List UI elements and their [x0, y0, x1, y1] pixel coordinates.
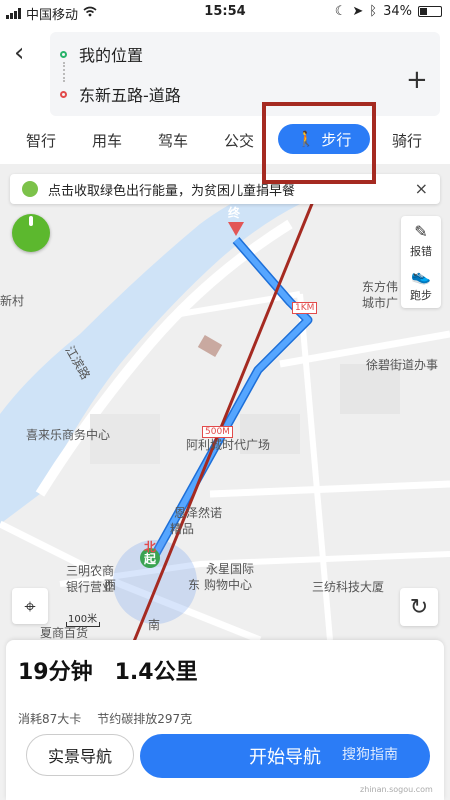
travel-mode-tabs: 智行 用车 驾车 公交 🚶 步行 骑行 [0, 124, 450, 160]
crosshair-icon: ⌖ [24, 594, 36, 618]
moon-icon: ☾ [334, 4, 347, 19]
tab-drive[interactable]: 驾车 [158, 130, 188, 151]
poi-enzesi: 恩泽然诺 [174, 506, 223, 520]
poi-sanfang: 三纺科技大厦 [312, 580, 385, 594]
poi-xincun: 新村 [0, 294, 25, 308]
poi-yongxing: 永星国际 [206, 562, 255, 576]
location-arrow-icon: ➤ [352, 4, 364, 19]
annotation-highlight-box [262, 102, 376, 184]
green-energy-ball-icon[interactable] [12, 214, 50, 252]
battery-icon [418, 6, 442, 17]
calories-label: 消耗87大卡 [18, 712, 82, 726]
route-summary-panel: 19分钟 1.4公里 消耗87大卡 节约碳排放297克 实景导航 开始导航 搜狗… [6, 640, 444, 800]
route-summary: 19分钟 1.4公里 [18, 654, 198, 686]
bluetooth-icon: ᛒ [369, 4, 378, 19]
status-bar: 中国移动 15:54 ☾ ➤ ᛒ 34% [0, 0, 450, 24]
compass-north: 北 [144, 540, 157, 554]
back-button[interactable]: ‹ [14, 38, 24, 68]
origin-dot-icon [60, 50, 67, 58]
destination-dot-icon [60, 90, 67, 98]
banner-text: 点击收取绿色出行能量，为贫困儿童捐早餐 [48, 183, 296, 199]
origin-label: 我的位置 [79, 46, 144, 65]
map-side-tools: ✎ 报错 👟 跑步 [401, 216, 441, 308]
locate-me-button[interactable]: ⌖ [12, 588, 48, 624]
route-header: ‹ 我的位置 东新五路-道路 + ⇅ 智行 用车 驾车 公交 🚶 步行 骑行 [0, 24, 450, 164]
carbon-label: 节约碳排放297克 [97, 712, 193, 726]
road-lower-east [209, 480, 450, 498]
route-input-box: 我的位置 东新五路-道路 + ⇅ [50, 32, 440, 116]
poi-xubi-office: 徐碧街道办事 [366, 358, 439, 372]
poi-bank-office: 银行营业 [66, 580, 115, 594]
destination-label: 东新五路-道路 [79, 86, 181, 105]
banner-close-button[interactable]: × [415, 179, 428, 198]
poi-xilaile: 喜来乐商务中心 [26, 428, 111, 442]
running-button[interactable]: 👟 跑步 [401, 266, 441, 303]
watermark-url: zhinan.sogou.com [360, 785, 433, 794]
refresh-route-button[interactable]: ↻ [400, 588, 438, 626]
distance-marker-500m: 500M [202, 426, 233, 438]
edit-icon: ✎ [414, 222, 428, 241]
report-label: 报错 [410, 245, 432, 258]
poi-times-square: 阿利城时代广场 [186, 438, 271, 452]
poi-sanming-bank: 三明农商 [66, 564, 115, 578]
leaf-icon [22, 181, 38, 197]
route-details: 消耗87大卡 节约碳排放297克 [18, 710, 192, 727]
tab-smart[interactable]: 智行 [26, 130, 56, 151]
poi-chengshiguang: 城市广 [362, 296, 399, 310]
map-scale-bar [66, 622, 100, 627]
report-error-button[interactable]: ✎ 报错 [401, 222, 441, 259]
destination-row[interactable]: 东新五路-道路 [60, 82, 181, 106]
compass-south: 南 [148, 618, 161, 632]
tab-transit[interactable]: 公交 [224, 130, 254, 151]
building [197, 334, 223, 358]
battery-percent: 34% [383, 4, 412, 19]
ar-navigation-button[interactable]: 实景导航 [26, 734, 134, 776]
map-view[interactable]: 点击收取绿色出行能量，为贫困儿童捐早餐 × ✎ 报错 👟 跑步 终 起 北 西 … [0, 164, 450, 640]
shoe-icon: 👟 [411, 266, 431, 285]
distance-marker-1km: 1KM [292, 302, 318, 314]
route-duration: 19分钟 [18, 660, 93, 685]
add-waypoint-icon[interactable]: + [406, 65, 428, 95]
compass-east: 东 [188, 578, 201, 592]
poi-shopping: 购物中心 [204, 578, 253, 592]
refresh-icon: ↻ [409, 594, 429, 620]
tab-bike[interactable]: 骑行 [392, 130, 422, 151]
watermark-logo: 搜狗指南 [342, 747, 398, 763]
poi-jingpin: 精品 [170, 522, 195, 536]
origin-row[interactable]: 我的位置 [60, 42, 143, 66]
route-distance: 1.4公里 [114, 660, 198, 685]
end-pin-label: 终 [228, 206, 241, 220]
route-connector [63, 62, 65, 82]
poi-dongfangwei: 东方伟 [362, 280, 399, 294]
running-label: 跑步 [410, 289, 432, 302]
status-right: ☾ ➤ ᛒ 34% [335, 4, 442, 19]
tab-ride-hailing[interactable]: 用车 [92, 130, 122, 151]
